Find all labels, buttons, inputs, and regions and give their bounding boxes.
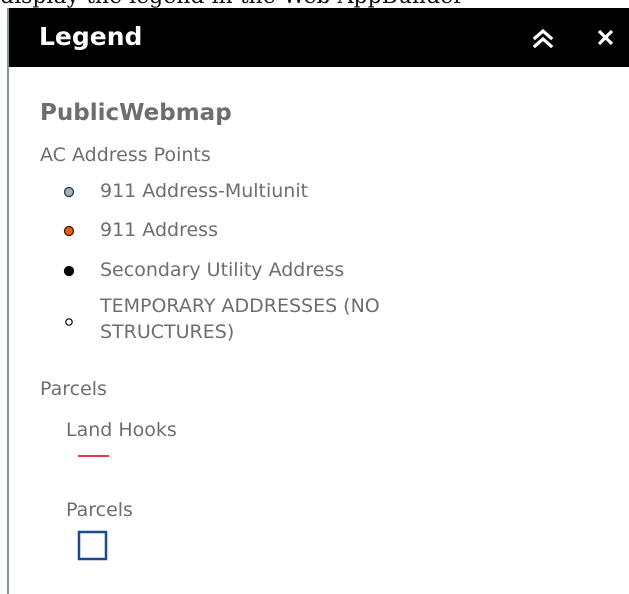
legend-panel: Legend PublicWebmap AC Address Points 91… <box>9 8 629 594</box>
close-icon <box>597 29 614 46</box>
sublayer-title-parcels: Parcels <box>66 499 133 521</box>
panel-title: Legend <box>39 22 143 51</box>
red-line-symbol-icon <box>78 455 109 457</box>
panel-header: Legend <box>9 8 629 67</box>
circle-marker-icon <box>63 186 75 198</box>
map-title: PublicWebmap <box>40 100 232 126</box>
legend-window: display the legend in the Web AppBuilder… <box>0 0 629 594</box>
legend-item: 911 Address <box>55 218 575 244</box>
layer-title-address-points: AC Address Points <box>40 144 211 166</box>
sublayer-title-land-hooks: Land Hooks <box>66 419 177 441</box>
legend-item: 911 Address-Multiunit <box>55 179 575 205</box>
collapse-button[interactable] <box>530 25 556 51</box>
double-chevron-up-icon <box>532 28 554 49</box>
legend-item-label: 911 Address <box>100 219 218 241</box>
circle-marker-icon <box>63 225 75 237</box>
legend-item-label: TEMPORARY ADDRESSES (NO STRUCTURES) <box>100 295 380 343</box>
square-outline-symbol-icon <box>77 530 108 561</box>
close-button[interactable] <box>593 25 619 51</box>
circle-marker-icon <box>63 265 75 277</box>
legend-item-label: 911 Address-Multiunit <box>100 180 309 202</box>
legend-item: Secondary Utility Address <box>55 258 575 284</box>
layer-title-parcels: Parcels <box>40 378 107 400</box>
circle-marker-icon <box>65 318 73 326</box>
legend-item: TEMPORARY ADDRESSES (NO STRUCTURES) <box>55 293 575 349</box>
legend-item-label: Secondary Utility Address <box>100 259 345 281</box>
clipped-background-text: display the legend in the Web AppBuilder <box>0 0 629 8</box>
